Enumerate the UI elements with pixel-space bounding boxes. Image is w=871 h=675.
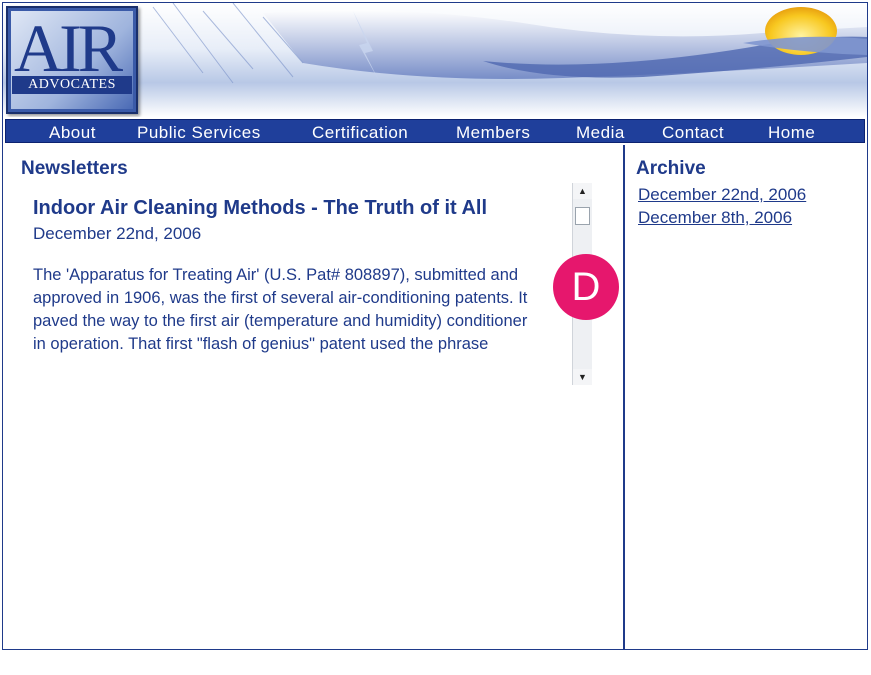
newsletters-heading: Newsletters bbox=[21, 158, 128, 179]
nav-item-about[interactable]: About bbox=[49, 123, 96, 143]
article-date: December 22nd, 2006 bbox=[33, 224, 202, 243]
nav-item-public-services[interactable]: Public Services bbox=[137, 123, 261, 143]
page-frame: AIR ADVOCATES About Public Services Cert… bbox=[2, 2, 868, 650]
nav-item-home[interactable]: Home bbox=[768, 123, 815, 143]
article-body: The 'Apparatus for Treating Air' (U.S. P… bbox=[33, 266, 528, 353]
header-banner: AIR ADVOCATES bbox=[3, 3, 867, 117]
newsletter-scroll-area[interactable]: Indoor Air Cleaning Methods - The Truth … bbox=[21, 183, 593, 385]
logo[interactable]: AIR ADVOCATES bbox=[6, 6, 138, 114]
archive-panel: Archive December 22nd, 2006 December 8th… bbox=[627, 145, 867, 649]
scroll-up-icon[interactable]: ▲ bbox=[573, 183, 592, 199]
archive-link-dec-8[interactable]: December 8th, 2006 bbox=[638, 208, 792, 228]
scroll-thumb[interactable] bbox=[575, 207, 590, 225]
nav-item-certification[interactable]: Certification bbox=[312, 123, 408, 143]
newsletters-panel: Newsletters Indoor Air Cleaning Methods … bbox=[3, 145, 625, 649]
scroll-down-icon[interactable]: ▼ bbox=[573, 369, 592, 385]
archive-heading: Archive bbox=[636, 158, 706, 179]
nav-bar: About Public Services Certification Memb… bbox=[5, 119, 865, 143]
article-title: Indoor Air Cleaning Methods - The Truth … bbox=[33, 197, 488, 219]
nav-item-members[interactable]: Members bbox=[456, 123, 530, 143]
marker-badge: D bbox=[553, 254, 619, 320]
nav-item-media[interactable]: Media bbox=[576, 123, 625, 143]
archive-link-dec-22[interactable]: December 22nd, 2006 bbox=[638, 185, 806, 205]
logo-sub-text: ADVOCATES bbox=[12, 76, 132, 94]
nav-item-contact[interactable]: Contact bbox=[662, 123, 724, 143]
main-navigation: About Public Services Certification Memb… bbox=[3, 117, 867, 145]
